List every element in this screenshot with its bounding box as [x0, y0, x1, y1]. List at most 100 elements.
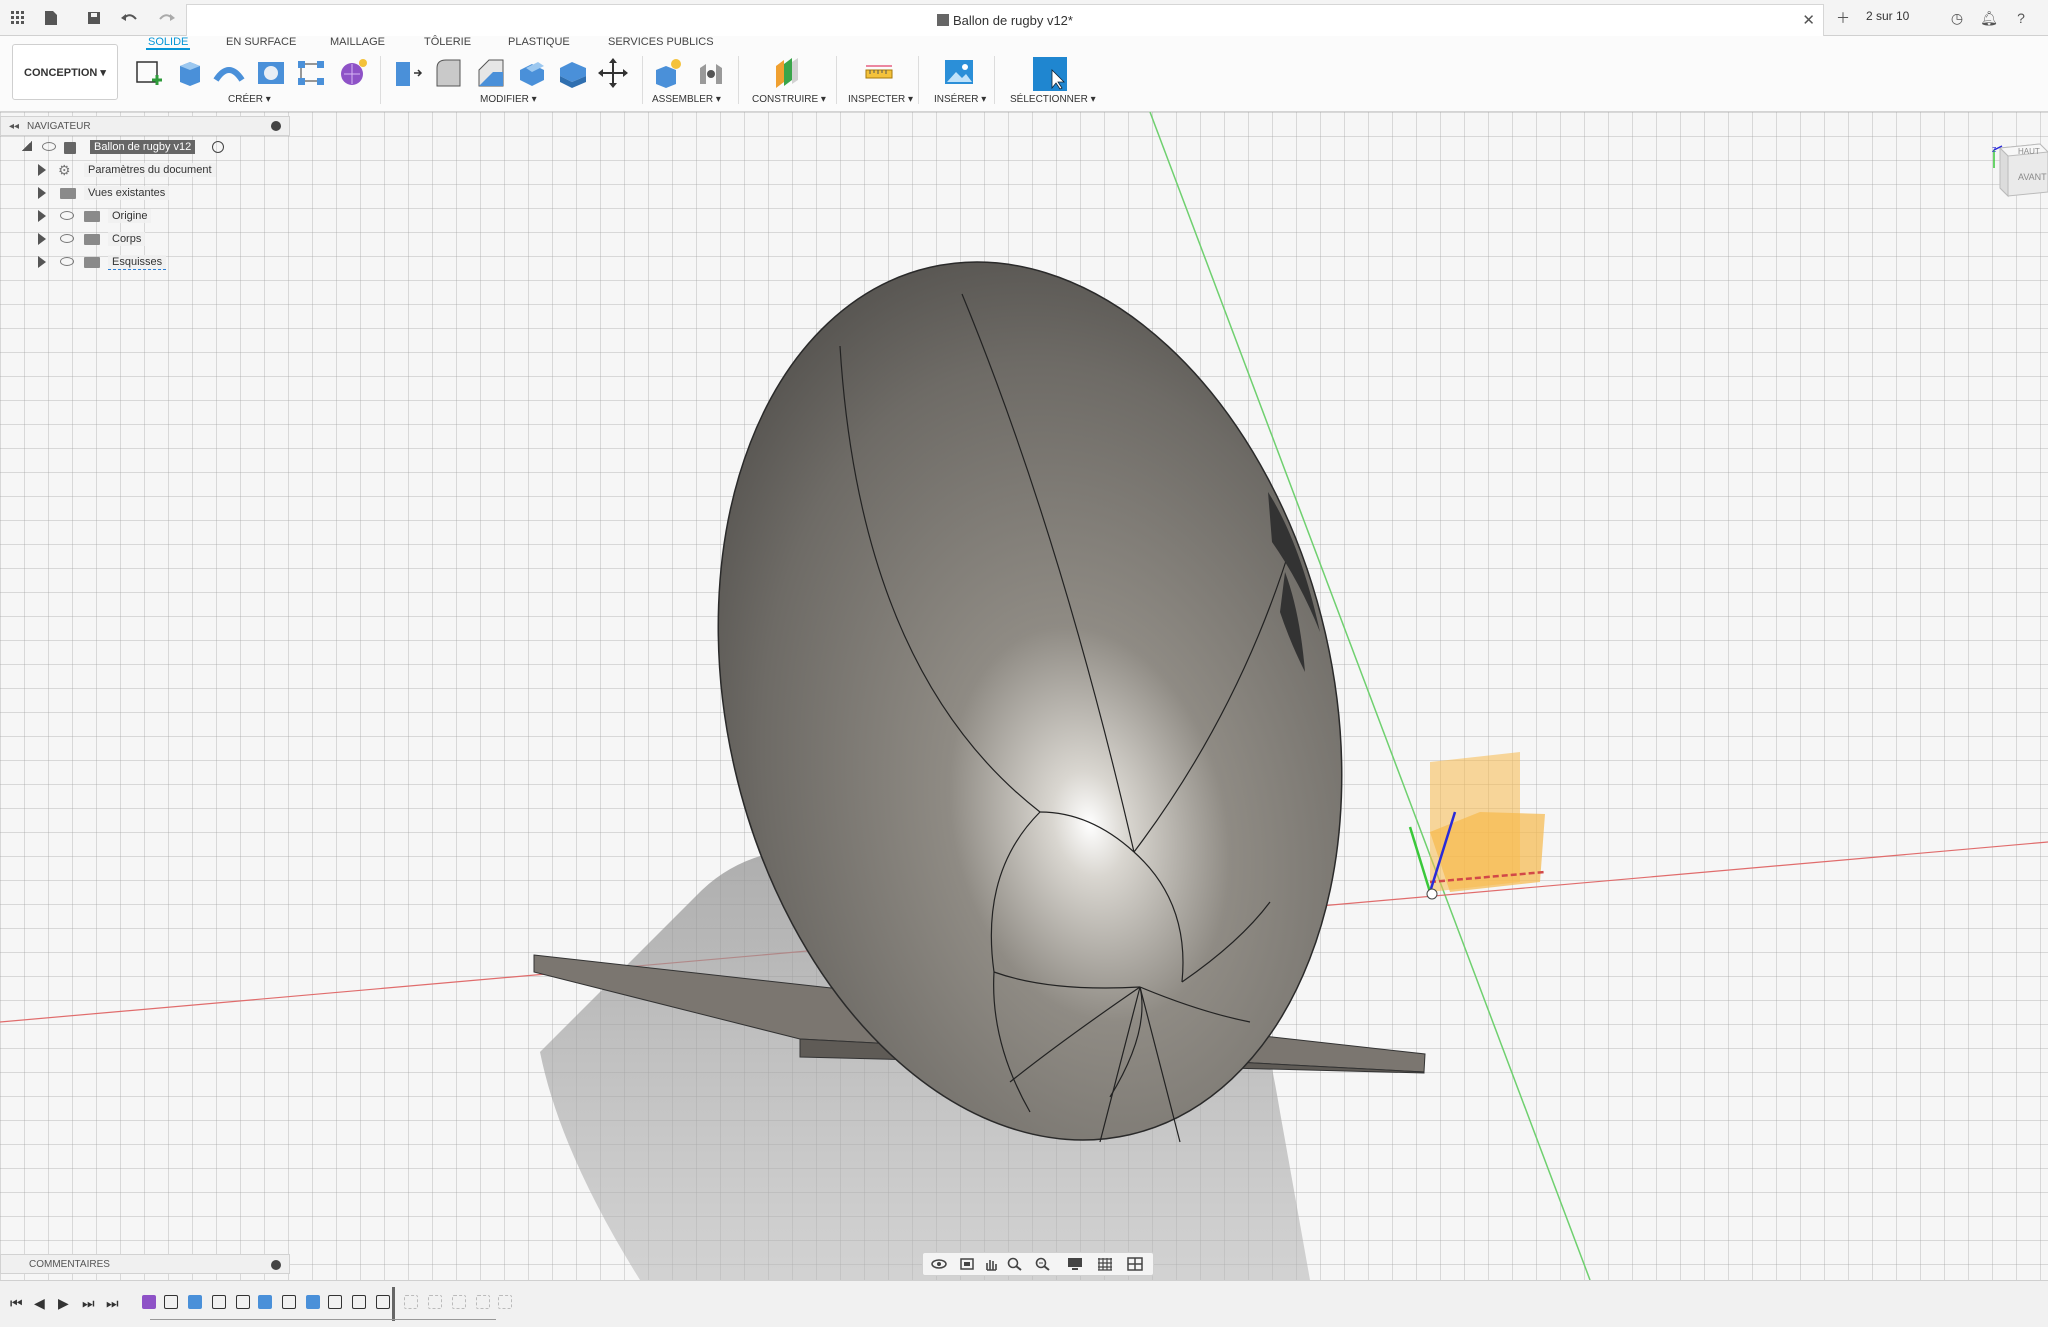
display-settings-icon[interactable]: [1067, 1257, 1083, 1271]
timeline-feature-move[interactable]: [352, 1295, 366, 1309]
timeline-feature-form[interactable]: [142, 1295, 156, 1309]
extrude-icon[interactable]: [172, 56, 206, 90]
visibility-eye-icon[interactable]: [60, 234, 74, 243]
timeline-feature-sketch[interactable]: [212, 1295, 226, 1309]
navigator-header[interactable]: ◂◂ NAVIGATEUR: [0, 116, 290, 136]
tab-services-publics[interactable]: SERVICES PUBLICS: [606, 36, 716, 48]
tree-root[interactable]: Ballon de rugby v12: [0, 136, 290, 159]
grid-settings-icon[interactable]: [1097, 1257, 1113, 1271]
timeline-feature-suppressed[interactable]: [476, 1295, 490, 1309]
expand-icon[interactable]: [38, 187, 46, 199]
go-to-start-icon[interactable]: ⏮: [10, 1295, 23, 1312]
timeline-marker[interactable]: [392, 1287, 395, 1321]
insert-image-icon[interactable]: [942, 56, 976, 90]
timeline-feature-suppressed[interactable]: [404, 1295, 418, 1309]
expand-icon[interactable]: [38, 256, 46, 268]
new-component-icon[interactable]: [650, 56, 684, 90]
timeline-feature-extrude[interactable]: [258, 1295, 272, 1309]
zoom-icon[interactable]: [1007, 1257, 1023, 1271]
tree-item-corps[interactable]: Corps: [0, 228, 290, 251]
select-icon[interactable]: [1032, 56, 1068, 92]
pin-icon[interactable]: [271, 121, 281, 131]
close-icon[interactable]: ✕: [1802, 11, 1815, 29]
timeline-feature-move[interactable]: [236, 1295, 250, 1309]
undo-icon[interactable]: [114, 8, 144, 28]
new-tab-icon[interactable]: ＋: [1832, 8, 1854, 28]
workspace-switcher[interactable]: CONCEPTION ▾: [12, 44, 118, 100]
bell-icon[interactable]: 🔔︎: [1980, 8, 1998, 28]
timeline-feature-extrude[interactable]: [306, 1295, 320, 1309]
visibility-eye-icon[interactable]: [60, 211, 74, 220]
document-tab[interactable]: Ballon de rugby v12* ✕: [186, 4, 1824, 36]
visibility-eye-icon[interactable]: [42, 142, 56, 151]
pin-icon[interactable]: [271, 1260, 281, 1270]
create-sketch-icon[interactable]: [132, 56, 166, 90]
help-icon[interactable]: ?: [2012, 8, 2030, 28]
view-cube[interactable]: HAUT AVANT Z: [1990, 138, 2048, 208]
redo-icon[interactable]: [152, 8, 182, 28]
fillet-icon[interactable]: [432, 56, 466, 90]
tab-plastique[interactable]: PLASTIQUE: [506, 36, 572, 48]
group-modifier[interactable]: MODIFIER ▾: [480, 94, 537, 105]
go-to-end-icon[interactable]: ⏭: [106, 1295, 119, 1312]
orbit-icon[interactable]: [931, 1257, 947, 1271]
fit-icon[interactable]: [1035, 1257, 1051, 1271]
tree-item-parametres[interactable]: ⚙ Paramètres du document: [0, 159, 290, 182]
shell-icon[interactable]: [514, 56, 548, 90]
timeline-feature-suppressed[interactable]: [428, 1295, 442, 1309]
activate-radio-icon[interactable]: [212, 141, 224, 153]
tab-solide[interactable]: SOLIDE: [146, 36, 191, 50]
measure-icon[interactable]: [862, 56, 896, 90]
group-inspecter[interactable]: INSPECTER ▾: [848, 94, 913, 105]
look-at-icon[interactable]: [959, 1257, 975, 1271]
collapse-icon[interactable]: ◂◂: [9, 121, 19, 132]
timeline-feature-suppressed[interactable]: [498, 1295, 512, 1309]
group-assembler[interactable]: ASSEMBLER ▾: [652, 94, 721, 105]
timeline-feature-suppressed[interactable]: [452, 1295, 466, 1309]
expand-icon[interactable]: [22, 141, 32, 151]
move-icon[interactable]: [596, 56, 630, 90]
folder-icon: [84, 257, 100, 268]
pattern-icon[interactable]: [294, 56, 328, 90]
joint-icon[interactable]: [694, 56, 728, 90]
form-icon[interactable]: [336, 56, 370, 90]
group-selectionner[interactable]: SÉLECTIONNER ▾: [1010, 94, 1096, 105]
press-pull-icon[interactable]: [390, 56, 424, 90]
step-forward-icon[interactable]: ⏭: [82, 1295, 95, 1312]
timeline-feature-move[interactable]: [376, 1295, 390, 1309]
timeline-feature-move[interactable]: [328, 1295, 342, 1309]
timeline-feature-sketch[interactable]: [164, 1295, 178, 1309]
revolve-icon[interactable]: [212, 56, 246, 90]
tree-item-origine[interactable]: Origine: [0, 205, 290, 228]
document-pager[interactable]: 2 sur 10: [1866, 9, 1909, 23]
grid-menu-icon[interactable]: [8, 8, 28, 28]
group-inserer[interactable]: INSÉRER ▾: [934, 94, 986, 105]
tab-en-surface[interactable]: EN SURFACE: [224, 36, 298, 48]
comments-panel[interactable]: COMMENTAIRES: [0, 1254, 290, 1274]
offset-plane-icon[interactable]: [770, 56, 804, 90]
tab-maillage[interactable]: MAILLAGE: [328, 36, 387, 48]
file-icon[interactable]: [40, 8, 62, 28]
combine-icon[interactable]: [556, 56, 590, 90]
expand-icon[interactable]: [38, 233, 46, 245]
hole-icon[interactable]: [254, 56, 288, 90]
play-icon[interactable]: ▶: [58, 1295, 69, 1312]
canvas-viewport[interactable]: HAUT AVANT Z: [0, 112, 2048, 1280]
step-back-icon[interactable]: ◀: [34, 1295, 45, 1312]
viewports-icon[interactable]: [1127, 1257, 1143, 1271]
tree-item-esquisses[interactable]: Esquisses: [0, 251, 290, 274]
tree-item-vues[interactable]: Vues existantes: [0, 182, 290, 205]
group-construire[interactable]: CONSTRUIRE ▾: [752, 94, 826, 105]
timeline-feature-extrude[interactable]: [188, 1295, 202, 1309]
expand-icon[interactable]: [38, 210, 46, 222]
chamfer-icon[interactable]: [474, 56, 508, 90]
save-icon[interactable]: [84, 8, 104, 28]
tab-tolerie[interactable]: TÔLERIE: [422, 36, 473, 48]
timeline-feature-sketch[interactable]: [282, 1295, 296, 1309]
group-creer[interactable]: CRÉER ▾: [228, 94, 271, 105]
tree-item-label: Paramètres du document: [84, 163, 216, 177]
visibility-eye-icon[interactable]: [60, 257, 74, 266]
pan-icon[interactable]: [983, 1257, 999, 1271]
expand-icon[interactable]: [38, 164, 46, 176]
clock-icon[interactable]: ◷: [1948, 8, 1966, 28]
